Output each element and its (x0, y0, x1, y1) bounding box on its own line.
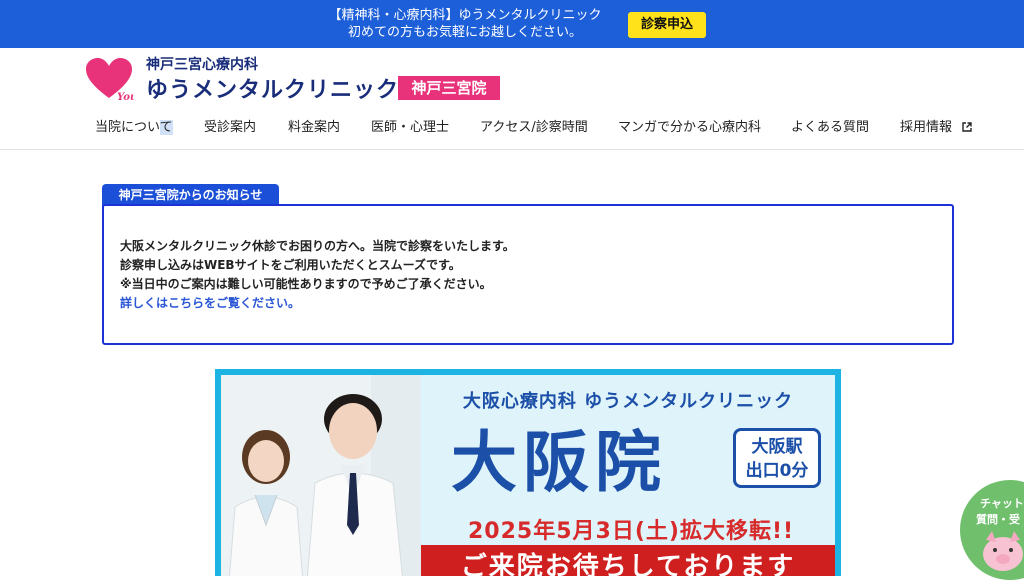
nav-doctors[interactable]: 医師・心理士 (371, 118, 449, 138)
announcement-text: 【精神科・心療内科】ゆうメンタルクリニック 初めての方もお気軽にお越しください。 (300, 7, 630, 41)
notice-details-link[interactable]: 詳しくはこちらをご覧ください。 (120, 295, 300, 311)
nav-fees[interactable]: 料金案内 (288, 118, 340, 138)
banner-relocation-date: 2025年5月3日(土)拡大移転!! (467, 519, 795, 544)
chat-label-line-2: 質問・受 (976, 513, 1020, 526)
chat-label-line-1: チャット (980, 497, 1024, 510)
main-navigation: 当院について 受診案内 料金案内 医師・心理士 アクセス/診察時間 マンガで分か… (0, 118, 1024, 140)
nav-faq[interactable]: よくある質問 (791, 118, 869, 138)
staff-photo (221, 375, 421, 576)
heart-logo-icon[interactable]: You (84, 56, 134, 102)
consultation-apply-button[interactable]: 診察申込 (628, 12, 706, 38)
logo-clinic-name[interactable]: ゆうメンタルクリニック (146, 72, 399, 104)
nav-manga[interactable]: マンガで分かる心療内科 (618, 118, 761, 138)
nav-about[interactable]: 当院について (95, 118, 173, 138)
banner-welcome-strip: ご来院お待ちしております (421, 545, 835, 576)
notice-line-2: 診察申し込みはWEBサイトをご利用いただくとスムーズです。 (120, 258, 461, 272)
logo-branch-badge[interactable]: 神戸三宮院 (398, 76, 500, 100)
announcement-line-1: 【精神科・心療内科】ゆうメンタルクリニック (328, 8, 602, 23)
nav-about-label-highlight: て (159, 120, 173, 135)
nav-consultation-guide[interactable]: 受診案内 (204, 118, 256, 138)
osaka-relocation-banner[interactable]: 大阪心療内科 ゆうメンタルクリニック 大阪院 大阪駅 出口0分 2025年5月3… (215, 369, 841, 576)
banner-branch-name: 大阪院 (451, 424, 667, 501)
notice-line-3: ※当日中のご案内は難しい可能性ありますので予めご了承ください。 (120, 277, 492, 291)
notice-line-1: 大阪メンタルクリニック休診でお困りの方へ。当院で診察をいたします。 (120, 239, 515, 253)
notice-box (102, 204, 954, 345)
notice-tab-label: 神戸三宮院からのお知らせ (102, 184, 279, 206)
banner-title: 大阪心療内科 ゆうメンタルクリニック (462, 391, 794, 412)
nav-about-label: 当院につい (95, 120, 160, 135)
nav-recruit[interactable]: 採用情報 (900, 118, 972, 138)
nav-access-hours[interactable]: アクセス/診察時間 (480, 118, 588, 138)
announcement-line-2: 初めての方もお気軽にお越しください。 (347, 25, 582, 40)
chat-widget-button[interactable]: チャット 質問・受 (960, 480, 1024, 580)
logo-subtitle[interactable]: 神戸三宮心療内科 (146, 54, 258, 74)
top-announcement-bar: 【精神科・心療内科】ゆうメンタルクリニック 初めての方もお気軽にお越しください。… (0, 0, 1024, 48)
nav-recruit-label: 採用情報 (900, 120, 953, 135)
external-link-icon (962, 122, 972, 132)
station-line-2: 出口0分 (745, 461, 809, 481)
logo-mark-text: You (117, 92, 134, 102)
banner-station-badge: 大阪駅 出口0分 (733, 428, 821, 488)
station-line-1: 大阪駅 (751, 437, 803, 457)
pig-mascot-icon (983, 531, 1023, 571)
